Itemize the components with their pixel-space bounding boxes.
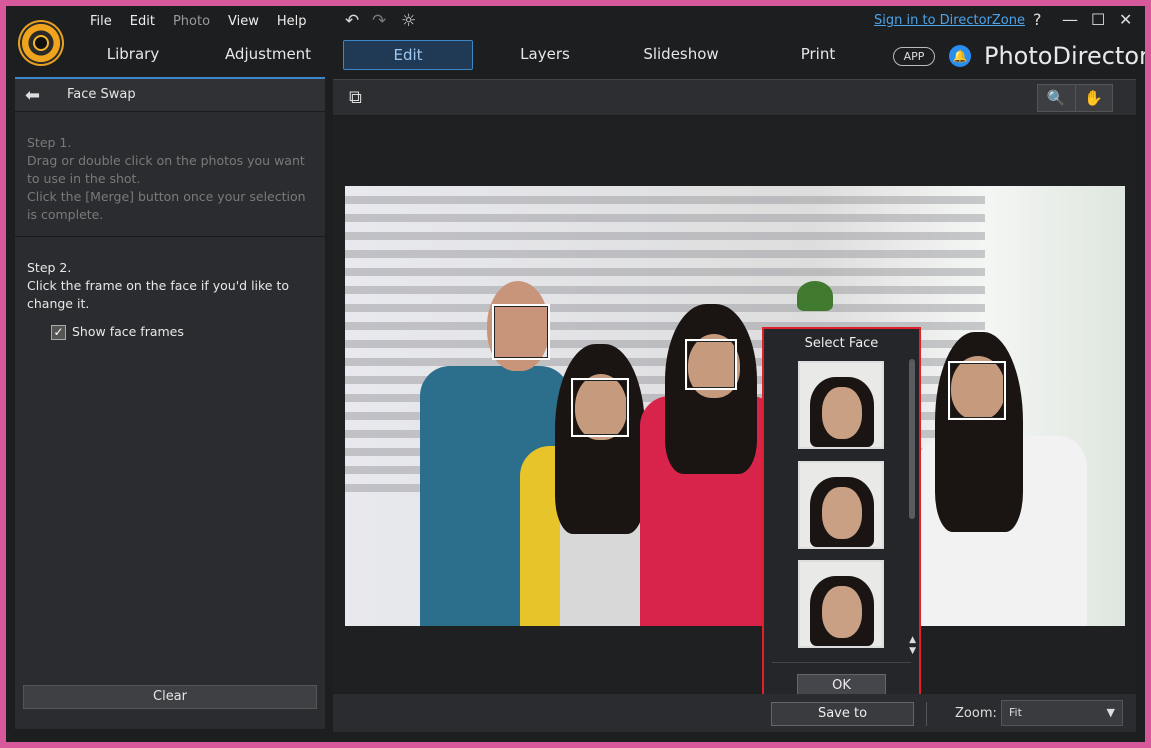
app-window: File Edit Photo View Help ↶ ↷ ☼ Sign in … [6,6,1145,742]
sign-in-link[interactable]: Sign in to DirectorZone [874,12,1025,30]
menu-bar: File Edit Photo View Help [81,12,316,32]
show-face-frames-label: Show face frames [72,324,184,339]
tab-layers[interactable]: Layers [480,40,610,70]
show-face-frames-checkbox[interactable]: ✓ [51,324,66,340]
step2-text: Click the frame on the face if you'd lik… [27,278,290,311]
back-arrow-icon[interactable]: ⬅ [25,85,40,106]
tab-edit[interactable]: Edit [343,40,473,70]
face-option-1[interactable] [798,361,884,449]
divider [926,702,927,726]
scroll-up-icon[interactable]: ▲ [909,635,916,646]
zoom-select[interactable]: Fit ▼ [1001,700,1123,726]
menu-view[interactable]: View [219,12,268,32]
tab-print[interactable]: Print [753,40,883,70]
maximize-button[interactable]: ☐ [1091,10,1105,30]
panel-title: Face Swap [67,87,136,102]
save-to-button[interactable]: Save to [771,702,914,726]
panel-header: ⬅ Face Swap [15,79,325,112]
face-swap-panel: ⬅ Face Swap Step 1. Drag or double click… [15,77,325,729]
gear-icon[interactable]: ☼ [401,11,416,31]
view-tools: 🔍 ✋ [1037,84,1113,112]
face-option-2[interactable] [798,461,884,549]
help-button[interactable]: ? [1033,10,1042,30]
photo-canvas [333,116,1136,692]
tab-slideshow[interactable]: Slideshow [616,40,746,70]
bottom-bar: Save to Zoom: Fit ▼ [333,694,1136,732]
show-face-frames-row[interactable]: ✓ Show face frames [51,323,313,341]
face-option-3[interactable] [798,560,884,648]
step1-text2: Click the [Merge] button once your selec… [27,189,306,222]
menu-edit[interactable]: Edit [121,12,164,32]
brand-name: PhotoDirector [984,42,1145,70]
face-frame-2[interactable] [571,378,629,437]
notification-icon[interactable]: 🔔 [949,45,971,67]
hand-icon[interactable]: ✋ [1076,85,1113,111]
face-frame-1[interactable] [492,304,550,360]
redo-icon[interactable]: ↷ [372,11,386,31]
menu-photo[interactable]: Photo [164,12,219,32]
face-frame-3[interactable] [685,339,737,390]
menu-file[interactable]: File [81,12,121,32]
app-badge[interactable]: APP [893,47,935,66]
group-photo[interactable] [345,186,1125,626]
photodirector-logo-icon [18,20,64,66]
select-face-title: Select Face [804,336,879,351]
undo-icon[interactable]: ↶ [345,11,359,31]
scroll-arrows[interactable]: ▲ ▼ [909,635,916,657]
clear-button[interactable]: Clear [23,685,317,709]
tab-adjustment[interactable]: Adjustment [203,40,333,70]
fit-to-window-icon[interactable]: ⧉ [349,88,373,108]
minimize-button[interactable]: — [1062,10,1078,30]
face-frame-4[interactable] [948,361,1006,420]
zoom-label: Zoom: [955,706,997,721]
step1-title: Step 1. [27,135,72,150]
step2-title: Step 2. [27,260,72,275]
tab-library[interactable]: Library [68,40,198,70]
divider [772,662,911,663]
magnifier-icon[interactable]: 🔍 [1038,85,1076,111]
zoom-value: Fit [1009,706,1022,719]
close-button[interactable]: ✕ [1119,10,1132,30]
select-face-panel: Select Face ▲ ▼ OK [762,327,921,705]
step1-section: Step 1. Drag or double click on the phot… [15,112,325,237]
step1-text: Drag or double click on the photos you w… [27,153,305,186]
select-face-scrollbar[interactable] [909,359,915,519]
chevron-down-icon: ▼ [1106,706,1115,719]
scroll-down-icon[interactable]: ▼ [909,646,916,657]
step2-section: Step 2. Click the frame on the face if y… [15,237,325,353]
menu-help[interactable]: Help [268,12,316,32]
canvas-toolbar: ⧉ 🔍 ✋ [333,79,1136,115]
